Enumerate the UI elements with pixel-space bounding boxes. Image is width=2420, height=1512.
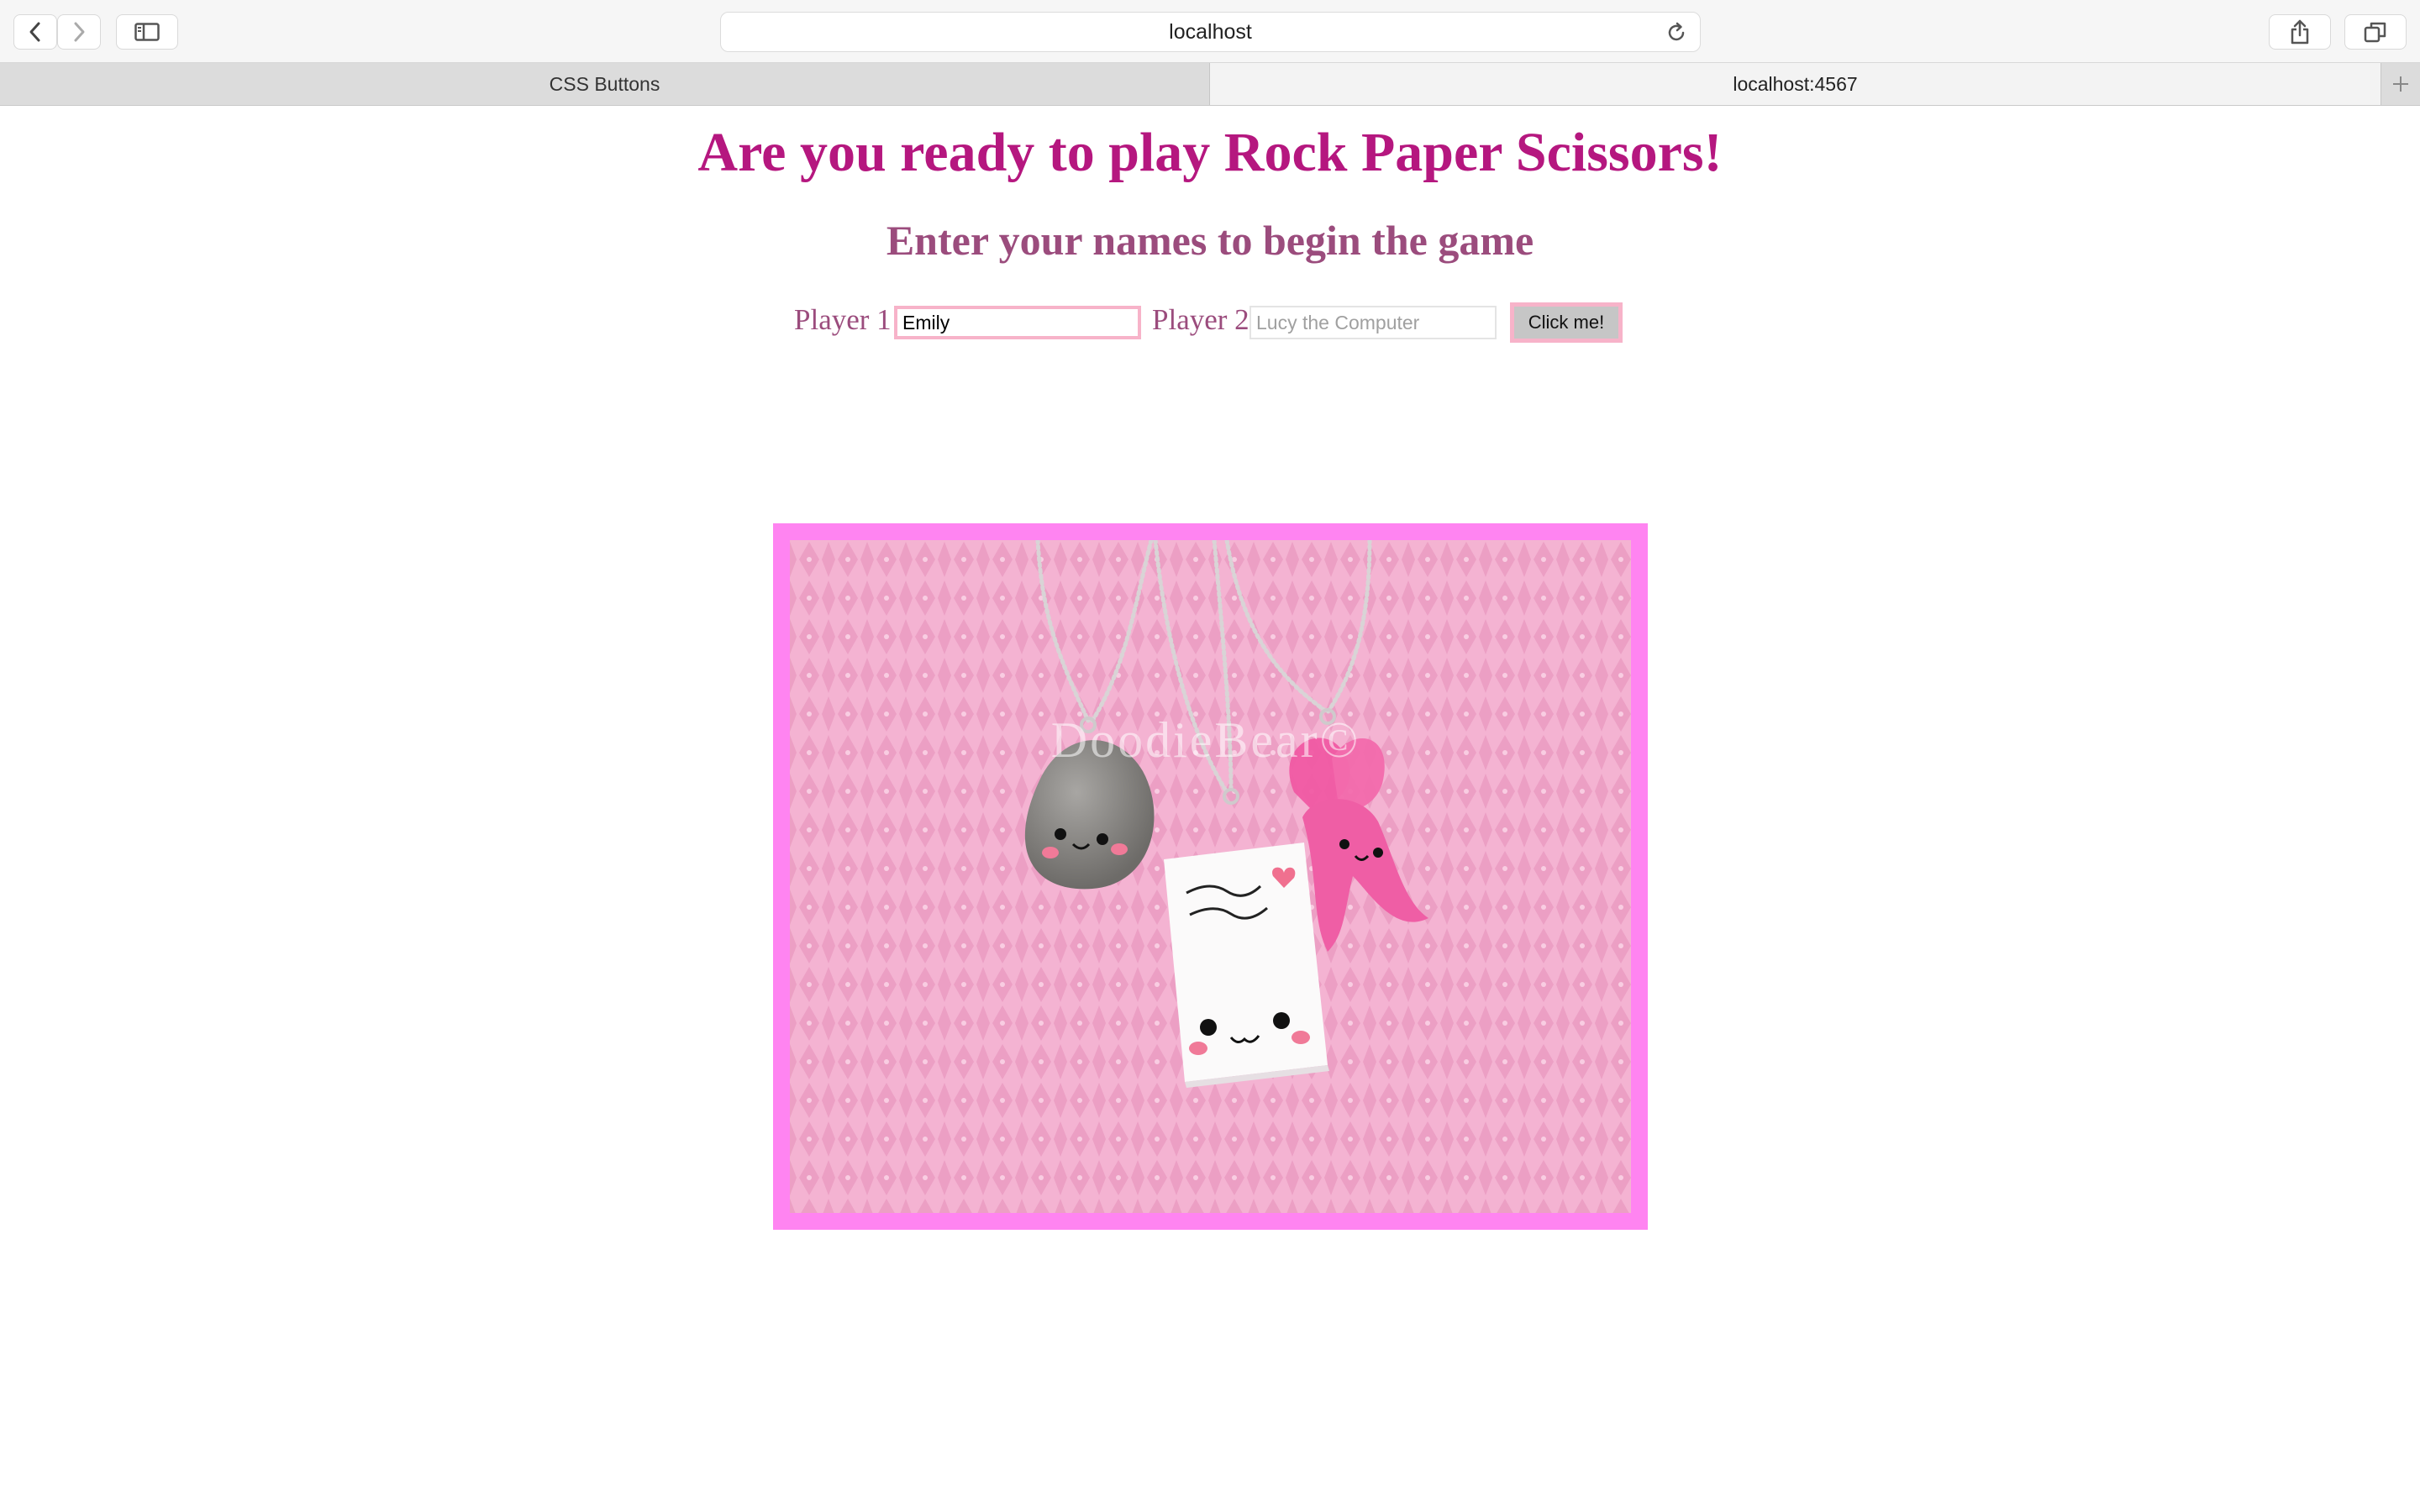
sidebar-toggle-button[interactable] [116,14,178,50]
tabs-icon [2364,22,2386,43]
player2-input[interactable] [1249,306,1497,339]
image-watermark: DoodieBear© [1051,712,1360,768]
reload-icon[interactable] [1665,21,1688,45]
tab-css-buttons[interactable]: CSS Buttons [0,63,1210,105]
player1-input[interactable] [894,306,1141,339]
player2-label: Player 2 [1152,303,1249,336]
page-subtitle: Enter your names to begin the game [886,217,1534,264]
tab-bar: CSS Buttons localhost:4567 [0,63,2420,106]
share-icon [2291,19,2309,45]
submit-button[interactable]: Click me! [1510,302,1623,343]
address-bar[interactable]: localhost [720,12,1701,52]
chevron-right-icon [74,22,85,42]
address-bar-text: localhost [1169,19,1252,44]
sidebar-icon [134,23,160,41]
plus-icon [2393,76,2408,92]
rock-paper-scissors-necklaces-image: DoodieBear© [790,540,1631,1213]
share-button[interactable] [2269,14,2331,50]
tab-overview-button[interactable] [2344,14,2407,50]
player-names-form: Player 1 Player 2 Click me! [0,299,2420,343]
tab-localhost[interactable]: localhost:4567 [1210,63,2381,105]
game-image-frame: DoodieBear© [773,523,1648,1230]
page-content: Are you ready to play Rock Paper Scissor… [0,106,2420,1512]
forward-button[interactable] [57,14,101,50]
new-tab-button[interactable] [2381,63,2420,105]
browser-window: localhost CSS Buttons localhost:4567 Are… [0,0,2420,1512]
chevron-left-icon [29,22,40,42]
player1-label: Player 1 [794,303,892,336]
browser-toolbar: localhost [0,0,2420,63]
page-title: Are you ready to play Rock Paper Scissor… [697,122,1723,183]
back-button[interactable] [13,14,57,50]
